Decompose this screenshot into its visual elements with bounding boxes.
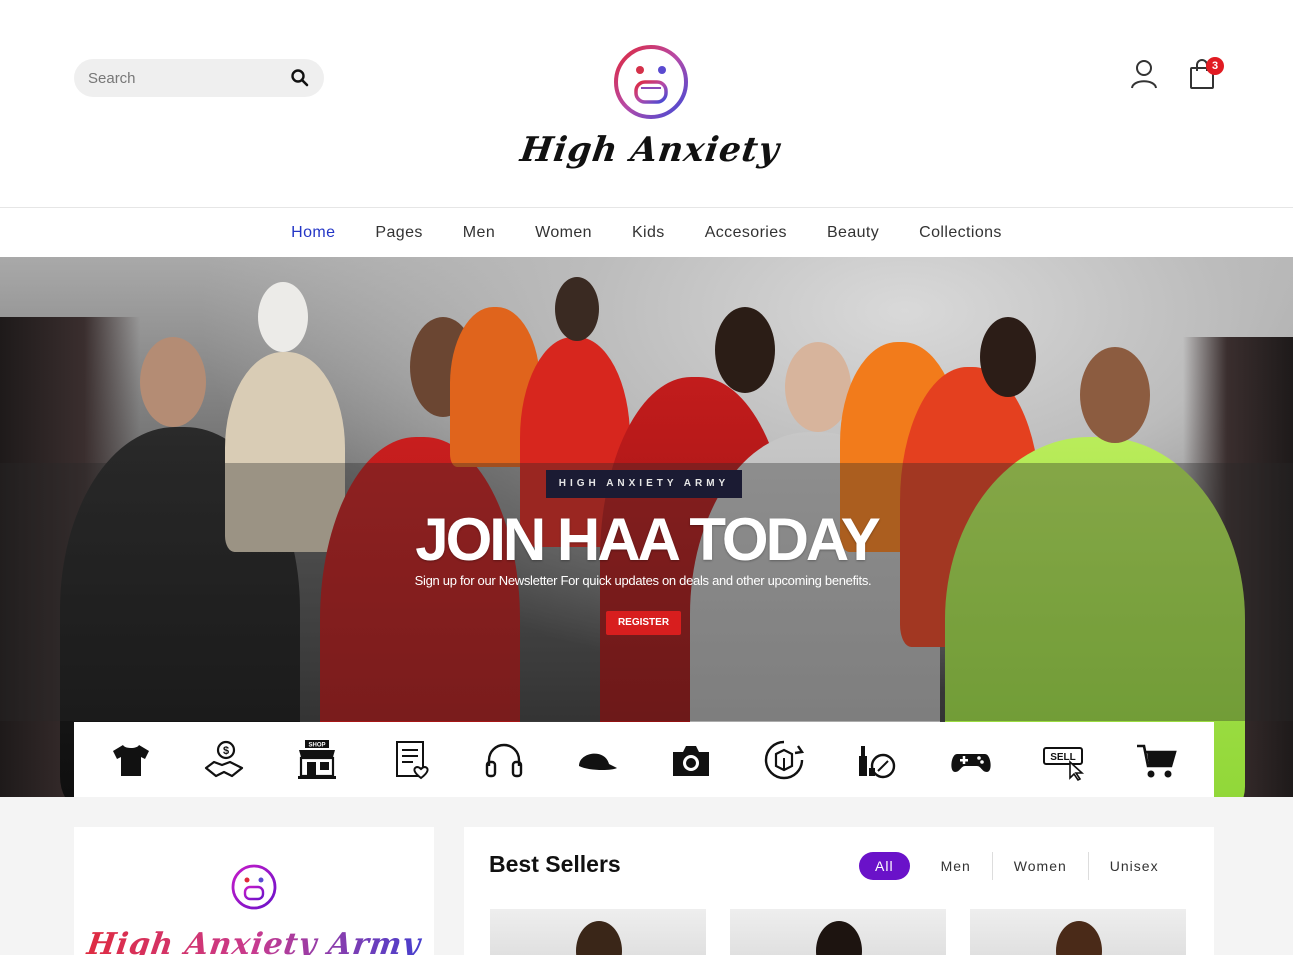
search-icon[interactable] — [290, 68, 310, 88]
product-card[interactable] — [730, 909, 946, 955]
user-account-icon[interactable] — [1128, 58, 1160, 90]
nav-item-kids[interactable]: Kids — [632, 224, 665, 242]
promo-card[interactable]: High Anxiety Army — [74, 827, 434, 955]
tab-women[interactable]: Women — [991, 852, 1088, 880]
hero-subtitle: Sign up for our Newsletter For quick upd… — [414, 573, 872, 588]
money-handshake-icon[interactable]: $ — [200, 736, 248, 784]
nav-item-accesories[interactable]: Accesories — [705, 224, 787, 242]
svg-text:$: $ — [223, 745, 229, 757]
tab-unisex[interactable]: Unisex — [1087, 852, 1180, 880]
page: High Anxiety 3 Home Pages Men Women Kids… — [0, 0, 1293, 955]
tab-men[interactable]: Men — [920, 852, 992, 880]
brand-name: High Anxiety — [517, 130, 783, 170]
hero-title: JOIN HAA TODAY — [415, 506, 881, 573]
search-bar — [74, 59, 324, 97]
wishlist-document-icon[interactable] — [387, 736, 435, 784]
cosmetics-icon[interactable] — [853, 736, 901, 784]
best-sellers-panel: Best Sellers All Men Women Unisex — [464, 827, 1214, 955]
best-sellers-tabs: All Men Women Unisex — [859, 851, 1180, 881]
main-nav: Home Pages Men Women Kids Accesories Bea… — [0, 208, 1293, 257]
lower-section: High Anxiety Army Best Sellers All Men W… — [0, 797, 1293, 955]
sell-tag-icon[interactable]: SELL — [1040, 736, 1088, 784]
hero-overlay — [0, 463, 1293, 721]
product-image — [576, 921, 622, 955]
nav-item-women[interactable]: Women — [535, 224, 592, 242]
product-image — [816, 921, 862, 955]
hero-tagline: HIGH ANXIETY ARMY — [546, 470, 742, 498]
product-image — [1056, 921, 1102, 955]
anxious-face-logo-icon — [230, 863, 278, 911]
best-sellers-title: Best Sellers — [489, 851, 621, 877]
nav-item-beauty[interactable]: Beauty — [827, 224, 879, 242]
nav-item-collections[interactable]: Collections — [919, 224, 1002, 242]
promo-brand-text: High Anxiety Army — [72, 927, 437, 955]
box-return-icon[interactable] — [760, 736, 808, 784]
gamepad-icon[interactable] — [947, 736, 995, 784]
site-header: High Anxiety 3 — [0, 0, 1293, 208]
nav-item-pages[interactable]: Pages — [375, 224, 422, 242]
tab-all[interactable]: All — [859, 852, 910, 880]
anxious-face-logo-icon — [611, 42, 691, 122]
svg-text:SHOP: SHOP — [309, 742, 326, 748]
register-button[interactable]: REGISTER — [606, 611, 681, 635]
shop-storefront-icon[interactable]: SHOP — [293, 736, 341, 784]
site-logo[interactable]: High Anxiety — [517, 40, 783, 185]
product-card[interactable] — [490, 909, 706, 955]
category-icon-bar: $ SHOP SELL — [74, 722, 1214, 797]
hero-banner: HIGH ANXIETY ARMY JOIN HAA TODAY Sign up… — [0, 257, 1293, 797]
cart-count-badge: 3 — [1206, 57, 1224, 75]
product-card[interactable] — [970, 909, 1186, 955]
nav-item-men[interactable]: Men — [463, 224, 495, 242]
tshirt-icon[interactable] — [107, 736, 155, 784]
nav-item-home[interactable]: Home — [291, 224, 335, 242]
headphones-icon[interactable] — [480, 736, 528, 784]
search-input[interactable] — [88, 59, 278, 97]
svg-text:SELL: SELL — [1050, 752, 1076, 763]
camera-icon[interactable] — [667, 736, 715, 784]
shopping-cart-icon[interactable] — [1133, 736, 1181, 784]
cap-icon[interactable] — [573, 736, 621, 784]
